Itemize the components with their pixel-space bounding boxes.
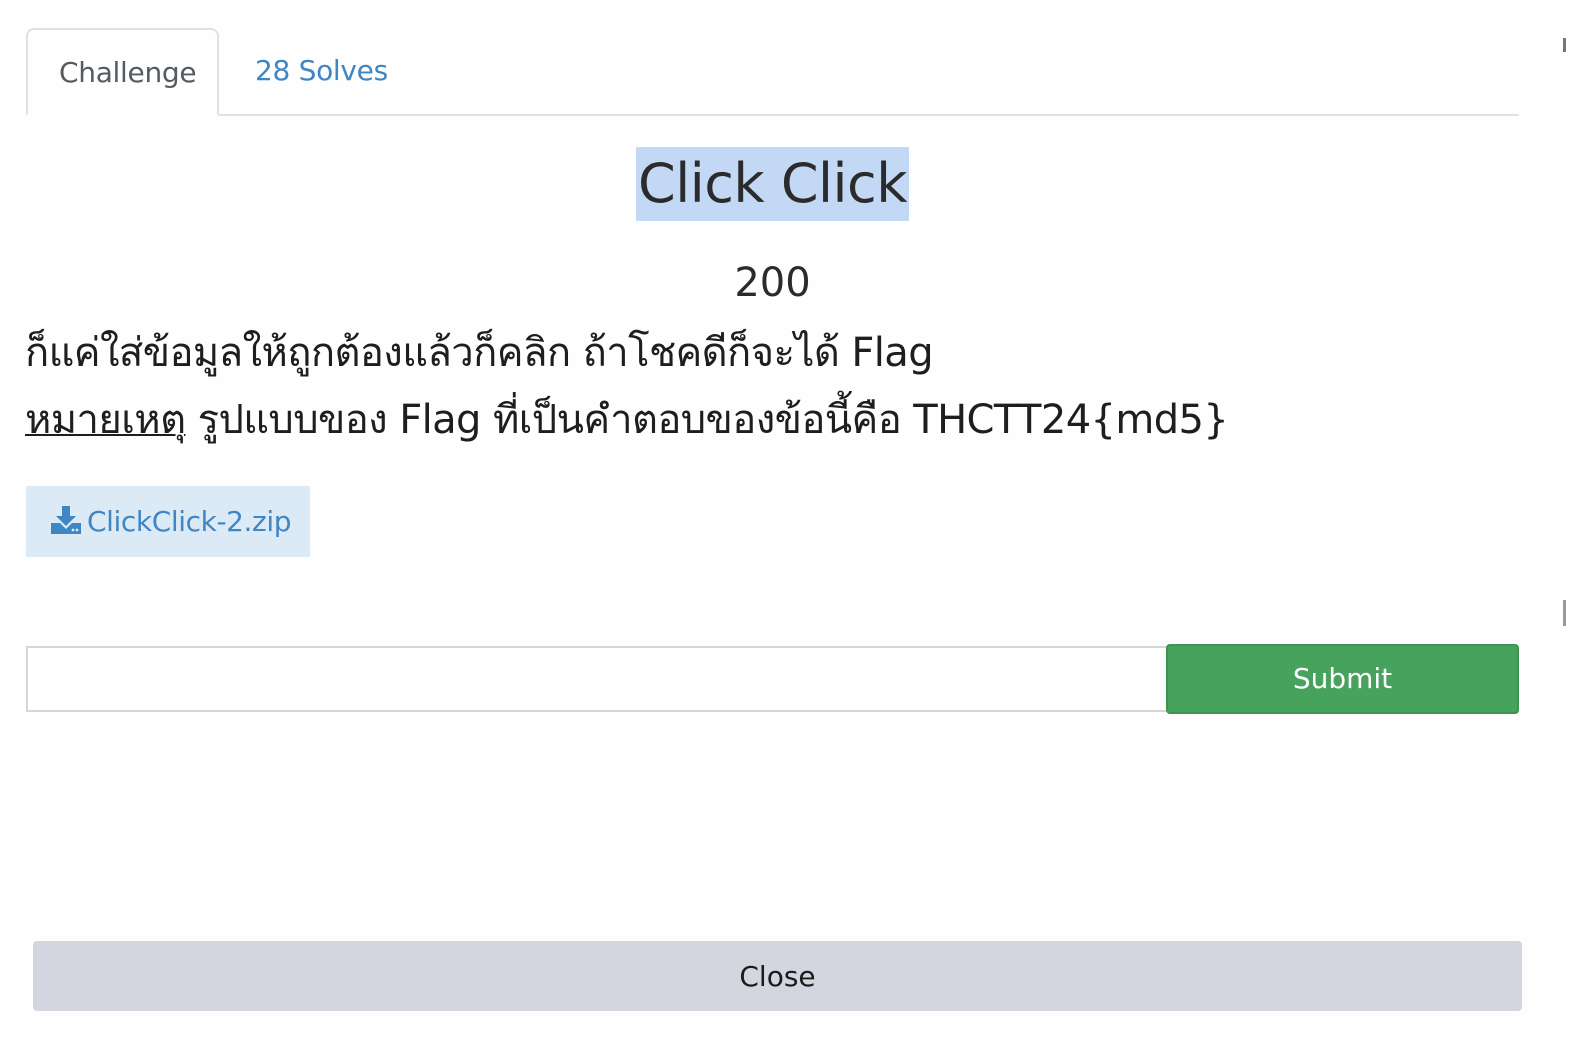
file-download-button[interactable]: ClickClick-2.zip xyxy=(26,486,310,557)
flag-format-text: รูปแบบของ Flag ที่เป็นคำตอบของข้อนี้คือ … xyxy=(185,397,1229,443)
tab-solves[interactable]: 28 Solves xyxy=(224,28,419,114)
note-label: หมายเหตุ xyxy=(25,397,186,443)
submit-button[interactable]: Submit xyxy=(1166,644,1519,714)
download-icon xyxy=(51,506,81,534)
challenge-title: Click Click xyxy=(635,147,909,221)
challenge-title-container: Click Click xyxy=(0,147,1545,221)
close-button[interactable]: Close xyxy=(33,941,1522,1011)
challenge-description-line2: หมายเหตุ รูปแบบของ Flag ที่เป็นคำตอบของข… xyxy=(25,392,1229,448)
scrollbar-mark-top xyxy=(1563,38,1566,52)
challenge-description-line1: ก็แค่ใส่ข้อมูลให้ถูกต้องแล้วก็คลิก ถ้าโช… xyxy=(25,330,934,376)
tab-challenge[interactable]: Challenge xyxy=(26,28,219,116)
modal-backdrop-edge xyxy=(1562,0,1596,1056)
challenge-tabs: Challenge 28 Solves xyxy=(26,28,1519,116)
challenge-value: 200 xyxy=(734,260,811,306)
scrollbar-mark-middle xyxy=(1563,600,1566,626)
file-name: ClickClick-2.zip xyxy=(87,505,292,538)
challenge-modal: Challenge 28 Solves Click Click 200 ก็แค… xyxy=(0,0,1560,1056)
flag-input[interactable] xyxy=(26,646,1166,712)
